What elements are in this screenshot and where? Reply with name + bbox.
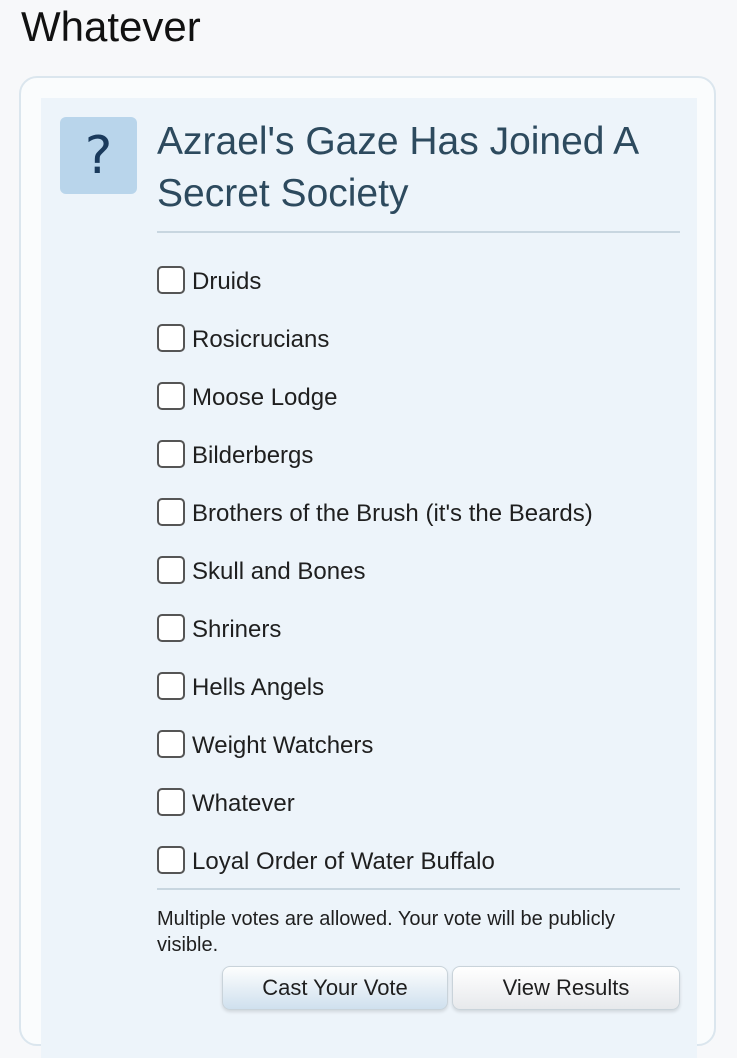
poll-option-shriners[interactable]: Shriners (157, 601, 687, 659)
checkbox[interactable] (157, 614, 185, 642)
poll-card: ? Azrael's Gaze Has Joined A Secret Soci… (19, 76, 716, 1058)
poll-option-loyal-order-of-water-buffalo[interactable]: Loyal Order of Water Buffalo (157, 833, 687, 891)
option-label: Weight Watchers (192, 732, 374, 759)
checkbox[interactable] (157, 498, 185, 526)
poll-option-brothers-of-the-brush[interactable]: Brothers of the Brush (it's the Beards) (157, 485, 687, 543)
poll-option-whatever[interactable]: Whatever (157, 775, 687, 833)
divider (157, 888, 680, 890)
checkbox[interactable] (157, 382, 185, 410)
poll-option-weight-watchers[interactable]: Weight Watchers (157, 717, 687, 775)
poll-title: Azrael's Gaze Has Joined A Secret Societ… (157, 120, 638, 215)
poll-option-moose-lodge[interactable]: Moose Lodge (157, 369, 687, 427)
option-label: Moose Lodge (192, 384, 338, 411)
checkbox[interactable] (157, 266, 185, 294)
poll-note: Multiple votes are allowed. Your vote wi… (157, 908, 616, 956)
option-label: Druids (192, 268, 262, 295)
option-label: Hells Angels (192, 674, 325, 701)
option-label: Bilderbergs (192, 442, 314, 469)
checkbox[interactable] (157, 324, 185, 352)
poll-options: Druids Rosicrucians Moose Lodge Bilderbe… (157, 253, 687, 891)
option-label: Whatever (192, 790, 295, 817)
question-mark-icon: ? (60, 117, 137, 194)
option-label: Loyal Order of Water Buffalo (192, 848, 495, 875)
divider (157, 231, 680, 233)
poll-option-hells-angels[interactable]: Hells Angels (157, 659, 687, 717)
option-label: Skull and Bones (192, 558, 366, 585)
cast-vote-button[interactable]: Cast Your Vote (222, 966, 448, 1010)
poll-option-skull-and-bones[interactable]: Skull and Bones (157, 543, 687, 601)
checkbox[interactable] (157, 440, 185, 468)
option-label: Shriners (192, 616, 282, 643)
poll-panel: ? Azrael's Gaze Has Joined A Secret Soci… (41, 98, 697, 1058)
checkbox[interactable] (157, 788, 185, 816)
checkbox[interactable] (157, 730, 185, 758)
view-results-button[interactable]: View Results (452, 966, 680, 1010)
checkbox[interactable] (157, 846, 185, 874)
poll-option-druids[interactable]: Druids (157, 253, 687, 311)
checkbox[interactable] (157, 556, 185, 584)
option-label: Rosicrucians (192, 326, 330, 353)
option-label: Brothers of the Brush (it's the Beards) (192, 500, 593, 527)
checkbox[interactable] (157, 672, 185, 700)
poll-option-rosicrucians[interactable]: Rosicrucians (157, 311, 687, 369)
page-title: Whatever (21, 3, 201, 50)
poll-option-bilderbergs[interactable]: Bilderbergs (157, 427, 687, 485)
